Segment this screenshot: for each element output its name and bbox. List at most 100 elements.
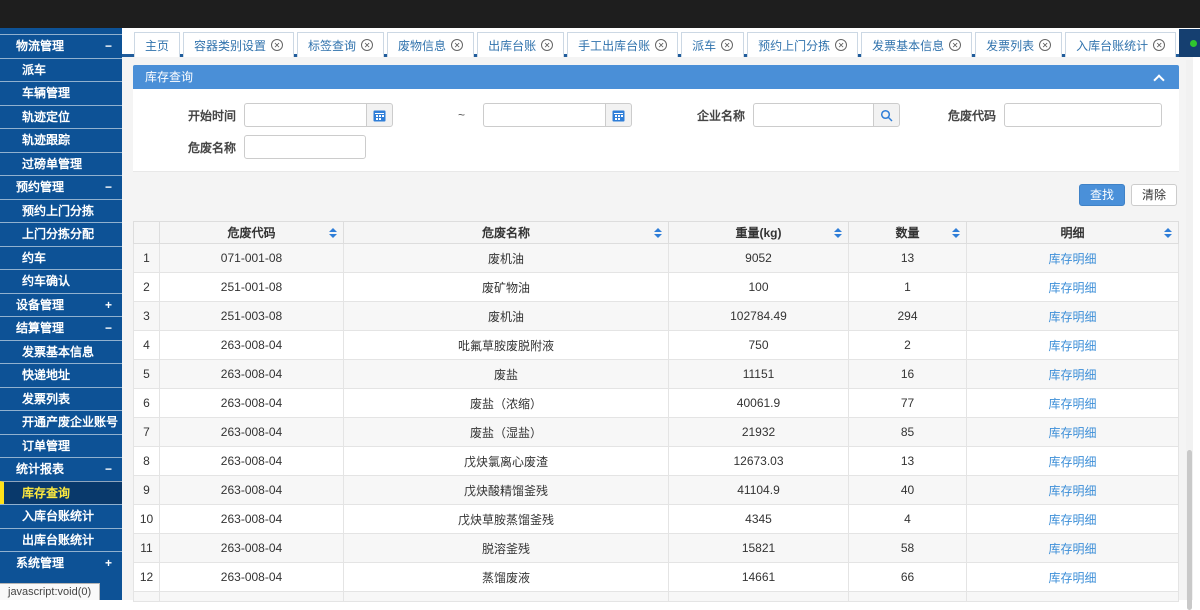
inventory-detail-link[interactable]: 库存明细 bbox=[1048, 455, 1096, 469]
sidebar-item[interactable]: 统计报表 − bbox=[0, 457, 122, 481]
filter-form: 开始时间 ~ 企业名称 bbox=[133, 89, 1179, 172]
sidebar-item[interactable]: 预约管理 − bbox=[0, 175, 122, 199]
expand-toggle-icon[interactable]: − bbox=[105, 317, 112, 341]
sidebar-item-label: 车辆管理 bbox=[22, 86, 70, 100]
inventory-detail-link[interactable]: 库存明细 bbox=[1048, 252, 1096, 266]
waste-name-input[interactable] bbox=[244, 135, 366, 159]
sidebar-item[interactable]: 车辆管理 bbox=[0, 81, 122, 105]
panel-title: 库存查询 bbox=[145, 70, 193, 84]
column-header-waste-name[interactable]: 危废名称 bbox=[344, 222, 669, 244]
tab[interactable]: 标签查询 ✕ bbox=[297, 32, 384, 57]
tab-close-icon[interactable]: ✕ bbox=[721, 39, 733, 51]
tab[interactable]: 容器类别设置 ✕ bbox=[183, 32, 294, 57]
column-header-weight[interactable]: 重量(kg) bbox=[669, 222, 849, 244]
tab[interactable]: 预约上门分拣 ✕ bbox=[747, 32, 858, 57]
expand-toggle-icon[interactable]: + bbox=[105, 552, 112, 576]
tab[interactable]: 废物信息 ✕ bbox=[387, 32, 474, 57]
calendar-icon[interactable] bbox=[605, 103, 632, 127]
range-separator: ~ bbox=[458, 108, 465, 122]
column-header-quantity[interactable]: 数量 bbox=[849, 222, 967, 244]
inventory-detail-link[interactable]: 库存明细 bbox=[1048, 281, 1096, 295]
sidebar-item[interactable]: 约车确认 bbox=[0, 269, 122, 293]
tab[interactable]: 发票基本信息 ✕ bbox=[861, 32, 972, 57]
sort-icon[interactable] bbox=[834, 228, 842, 238]
sidebar-item[interactable]: 库存查询 bbox=[0, 481, 122, 505]
end-date-input[interactable] bbox=[483, 103, 605, 127]
tab[interactable]: 出库台账 ✕ bbox=[477, 32, 564, 57]
start-date-input[interactable] bbox=[244, 103, 366, 127]
inventory-detail-link[interactable]: 库存明细 bbox=[1048, 484, 1096, 498]
sidebar-item[interactable]: 发票基本信息 bbox=[0, 340, 122, 364]
scrollbar-thumb[interactable] bbox=[1187, 450, 1192, 610]
inventory-query-panel: 库存查询 开始时间 ~ bbox=[133, 65, 1179, 206]
content-scrollbar[interactable] bbox=[1186, 60, 1193, 600]
inventory-detail-link[interactable]: 库存明细 bbox=[1048, 339, 1096, 353]
tab-close-icon[interactable]: ✕ bbox=[541, 39, 553, 51]
detail-cell: 库存明细 bbox=[967, 244, 1179, 273]
waste-code-input[interactable] bbox=[1004, 103, 1162, 127]
sort-icon[interactable] bbox=[654, 228, 662, 238]
sidebar-item[interactable]: 快递地址 bbox=[0, 363, 122, 387]
sort-icon[interactable] bbox=[952, 228, 960, 238]
tab[interactable]: 手工出库台账 ✕ bbox=[567, 32, 678, 57]
sort-icon[interactable] bbox=[329, 228, 337, 238]
inventory-detail-link[interactable]: 库存明细 bbox=[1048, 426, 1096, 440]
clear-button[interactable]: 清除 bbox=[1131, 184, 1177, 206]
sidebar-item[interactable]: 预约上门分拣 bbox=[0, 199, 122, 223]
sidebar-item[interactable]: 开通产废企业账号 bbox=[0, 410, 122, 434]
sidebar-item[interactable]: 入库台账统计 bbox=[0, 504, 122, 528]
sidebar-item[interactable]: 轨迹定位 bbox=[0, 105, 122, 129]
tab-close-icon[interactable]: ✕ bbox=[949, 39, 961, 51]
sidebar-item[interactable]: 物流管理 − bbox=[0, 34, 122, 58]
tab[interactable]: 发票列表 ✕ bbox=[975, 32, 1062, 57]
tab[interactable]: 入库台账统计 ✕ bbox=[1065, 32, 1176, 57]
expand-toggle-icon[interactable]: − bbox=[105, 458, 112, 482]
tab[interactable]: 派车 ✕ bbox=[681, 32, 744, 57]
inventory-detail-link[interactable]: 库存明细 bbox=[1048, 397, 1096, 411]
quantity-cell: 40 bbox=[849, 476, 967, 505]
tab-close-icon[interactable]: ✕ bbox=[361, 39, 373, 51]
calendar-icon[interactable] bbox=[366, 103, 393, 127]
inventory-detail-link[interactable]: 库存明细 bbox=[1048, 542, 1096, 556]
tab-close-icon[interactable]: ✕ bbox=[1039, 39, 1051, 51]
inventory-detail-link[interactable]: 库存明细 bbox=[1048, 368, 1096, 382]
tab-label: 废物信息 bbox=[398, 37, 446, 54]
inventory-detail-link[interactable]: 库存明细 bbox=[1048, 571, 1096, 585]
tab-close-icon[interactable]: ✕ bbox=[655, 39, 667, 51]
sidebar-item[interactable]: 轨迹跟踪 bbox=[0, 128, 122, 152]
search-button[interactable]: 查找 bbox=[1079, 184, 1125, 206]
tab-close-icon[interactable]: ✕ bbox=[451, 39, 463, 51]
tab[interactable]: 主页 ✕ bbox=[134, 32, 180, 57]
inventory-detail-link[interactable]: 库存明细 bbox=[1048, 310, 1096, 324]
sort-icon[interactable] bbox=[1164, 228, 1172, 238]
waste-code-cell: 263-008-04 bbox=[160, 360, 344, 389]
collapse-chevron-icon[interactable] bbox=[1153, 74, 1164, 85]
sidebar-item[interactable]: 约车 bbox=[0, 246, 122, 270]
column-header-waste-code[interactable]: 危废代码 bbox=[160, 222, 344, 244]
row-index: 8 bbox=[134, 447, 160, 476]
search-icon[interactable] bbox=[873, 103, 900, 127]
sidebar-item[interactable]: 上门分拣分配 bbox=[0, 222, 122, 246]
sidebar-item[interactable]: 发票列表 bbox=[0, 387, 122, 411]
expand-toggle-icon[interactable]: − bbox=[105, 176, 112, 200]
expand-toggle-icon[interactable]: − bbox=[105, 35, 112, 59]
sidebar-item-label: 快递地址 bbox=[22, 368, 70, 382]
sidebar-item[interactable]: 设备管理 + bbox=[0, 293, 122, 317]
sidebar-item[interactable]: 过磅单管理 bbox=[0, 152, 122, 176]
panel-header[interactable]: 库存查询 bbox=[133, 65, 1179, 89]
sidebar-item[interactable]: 系统管理 + bbox=[0, 551, 122, 575]
tab-close-icon[interactable]: ✕ bbox=[1153, 39, 1165, 51]
sidebar-item[interactable]: 出库台账统计 bbox=[0, 528, 122, 552]
tab-close-icon[interactable]: ✕ bbox=[271, 39, 283, 51]
inventory-detail-link[interactable]: 库存明细 bbox=[1048, 513, 1096, 527]
sidebar-item[interactable]: 订单管理 bbox=[0, 434, 122, 458]
inventory-table: 危废代码 危废名称 重量(kg) 数量 明细 1 071-001-08 废机油 bbox=[133, 221, 1179, 602]
weight-cell: 4345 bbox=[669, 505, 849, 534]
sidebar-item[interactable]: 结算管理 − bbox=[0, 316, 122, 340]
column-header-detail[interactable]: 明细 bbox=[967, 222, 1179, 244]
sidebar-item[interactable]: 派车 bbox=[0, 58, 122, 82]
company-name-input[interactable] bbox=[753, 103, 873, 127]
tab-close-icon[interactable]: ✕ bbox=[835, 39, 847, 51]
tab[interactable]: 库存查询 ✕ bbox=[1179, 29, 1200, 57]
expand-toggle-icon[interactable]: + bbox=[105, 294, 112, 318]
